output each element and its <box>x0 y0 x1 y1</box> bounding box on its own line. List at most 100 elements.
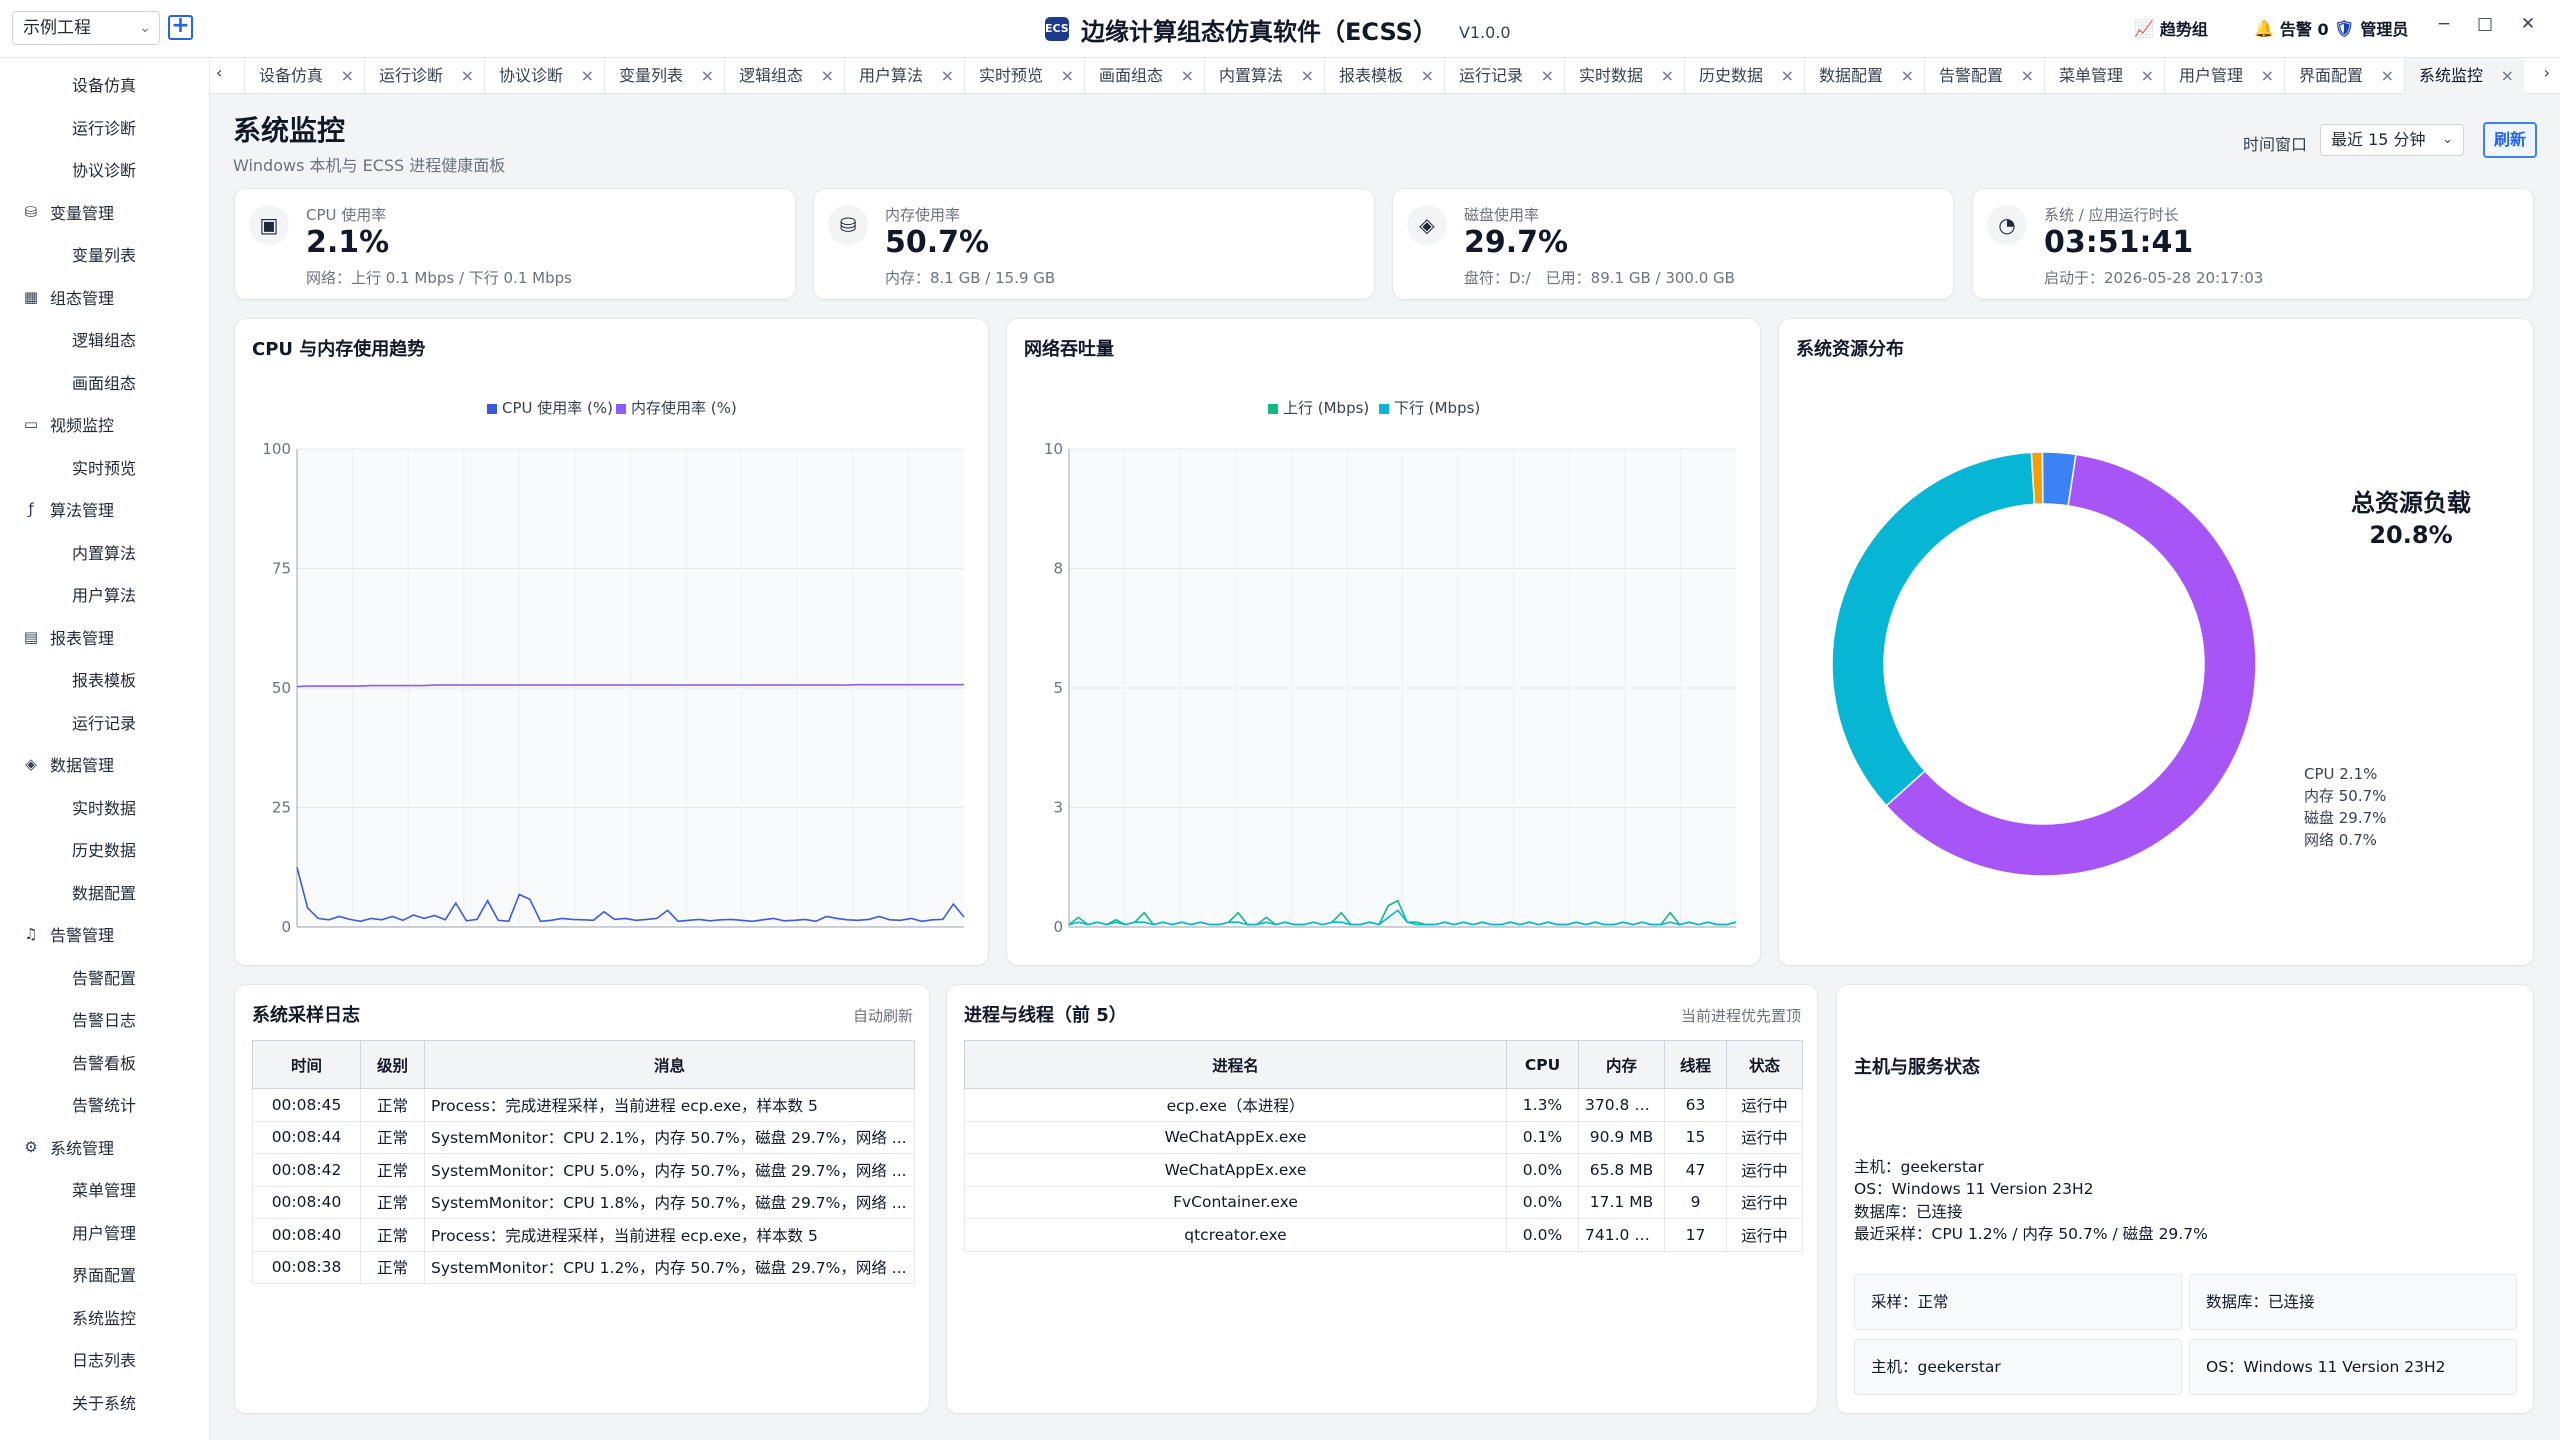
tab[interactable]: 运行诊断 × <box>364 58 484 94</box>
time-window-select[interactable]: 最近 15 分钟 ⌄ <box>2320 124 2464 156</box>
close-icon[interactable]: × <box>1661 58 1674 94</box>
nav-item[interactable]: 逻辑组态 <box>72 327 136 351</box>
tab[interactable]: 内置算法 × <box>1204 58 1324 94</box>
nav-item[interactable]: 告警日志 <box>72 1007 136 1031</box>
nav-group[interactable]: ◈ 数据管理 <box>22 752 114 776</box>
nav-item[interactable]: 报表模板 <box>72 667 136 691</box>
table-row[interactable]: FvContainer.exe 0.0% 17.1 MB 9 运行中 <box>964 1185 1803 1219</box>
close-icon[interactable]: × <box>2501 58 2514 94</box>
nav-item[interactable]: 协议诊断 <box>72 157 136 181</box>
close-icon[interactable]: × <box>1901 58 1914 94</box>
refresh-button[interactable]: 刷新 <box>2483 122 2537 158</box>
maximize-button[interactable]: □ <box>2470 14 2500 34</box>
pie-slice-磁盘[interactable] <box>1831 451 2036 807</box>
nav-group[interactable]: ⚙ 系统管理 <box>22 1135 114 1159</box>
nav-group[interactable]: ▦ 组态管理 <box>22 285 114 309</box>
nav-item[interactable]: 菜单管理 <box>72 1177 136 1201</box>
close-icon[interactable]: × <box>2381 58 2394 94</box>
nav-item[interactable]: 设备仿真 <box>72 72 136 96</box>
nav-item[interactable]: 变量列表 <box>72 242 136 266</box>
table-row[interactable]: 00:08:45 正常 Process：完成进程采样，当前进程 ecp.exe，样本… <box>252 1088 915 1122</box>
tab-scroll-right-icon[interactable]: › <box>2544 63 2550 82</box>
nav-item[interactable]: 系统监控 <box>72 1305 136 1329</box>
chevron-down-icon: ⌄ <box>139 20 151 36</box>
nav-item[interactable]: 告警统计 <box>72 1092 136 1116</box>
table-row[interactable]: 00:08:40 正常 SystemMonitor：CPU 1.8%，内存 50.7… <box>252 1185 915 1219</box>
add-project-icon[interactable]: + <box>168 15 193 40</box>
close-icon[interactable]: × <box>821 58 834 94</box>
close-icon[interactable]: × <box>2141 58 2154 94</box>
nav-group[interactable]: ▤ 报表管理 <box>22 625 114 649</box>
close-icon[interactable]: × <box>1781 58 1794 94</box>
table-row[interactable]: 00:08:40 正常 Process：完成进程采样，当前进程 ecp.exe，样本… <box>252 1218 915 1252</box>
tab[interactable]: 设备仿真 × <box>244 58 364 94</box>
project-select[interactable]: 示例工程 ⌄ <box>12 11 160 45</box>
close-icon[interactable]: × <box>1541 58 1554 94</box>
legend-label[interactable]: 上行 (Mbps) <box>1283 399 1369 417</box>
nav-item[interactable]: 画面组态 <box>72 370 136 394</box>
close-icon[interactable]: × <box>581 58 594 94</box>
admin-button[interactable]: 🛡 管理员 <box>2334 16 2408 40</box>
tab[interactable]: 告警配置 × <box>1924 58 2044 94</box>
nav-item[interactable]: 实时数据 <box>72 795 136 819</box>
table-row[interactable]: 00:08:38 正常 SystemMonitor：CPU 1.2%，内存 50.7… <box>252 1250 915 1284</box>
tab[interactable]: 界面配置 × <box>2284 58 2404 94</box>
nav-item[interactable]: 实时预览 <box>72 455 136 479</box>
close-icon[interactable]: × <box>1301 58 1314 94</box>
nav-item[interactable]: 告警配置 <box>72 965 136 989</box>
nav-item[interactable]: 运行诊断 <box>72 115 136 139</box>
tab[interactable]: 系统监控 × <box>2404 58 2524 94</box>
nav-group[interactable]: ⛁ 变量管理 <box>22 200 114 224</box>
minimize-button[interactable]: − <box>2429 14 2459 34</box>
tab[interactable]: 协议诊断 × <box>484 58 604 94</box>
tab[interactable]: 实时预览 × <box>964 58 1084 94</box>
nav-group[interactable]: ▭ 视频监控 <box>22 412 114 436</box>
close-icon[interactable]: × <box>461 58 474 94</box>
tab-scroll-left-icon[interactable]: ‹ <box>216 63 222 82</box>
tab[interactable]: 画面组态 × <box>1084 58 1204 94</box>
tab[interactable]: 菜单管理 × <box>2044 58 2164 94</box>
nav-group[interactable]: ♫ 告警管理 <box>22 922 114 946</box>
nav-item[interactable]: 数据配置 <box>72 880 136 904</box>
table-row[interactable]: qtcreator.exe 0.0% 741.0 MB 17 运行中 <box>964 1218 1803 1252</box>
tab[interactable]: 历史数据 × <box>1684 58 1804 94</box>
close-icon[interactable]: × <box>2021 58 2034 94</box>
close-button[interactable]: ✕ <box>2513 14 2543 34</box>
tab[interactable]: 用户管理 × <box>2164 58 2284 94</box>
nav-item[interactable]: 关于系统 <box>72 1390 136 1414</box>
nav-item[interactable]: 界面配置 <box>72 1262 136 1286</box>
tab[interactable]: 用户算法 × <box>844 58 964 94</box>
table-row[interactable]: 00:08:44 正常 SystemMonitor：CPU 2.1%，内存 50.7… <box>252 1120 915 1154</box>
close-icon[interactable]: × <box>341 58 354 94</box>
nav-group[interactable]: ƒ 算法管理 <box>22 497 114 521</box>
nav-item[interactable]: 日志列表 <box>72 1347 136 1371</box>
table-row[interactable]: 00:08:42 正常 SystemMonitor：CPU 5.0%，内存 50.7… <box>252 1153 915 1187</box>
legend-label[interactable]: CPU 使用率 (%) <box>502 399 613 417</box>
admin-label: 管理员 <box>2360 20 2409 39</box>
tab[interactable]: 运行记录 × <box>1444 58 1564 94</box>
alarm-button[interactable]: 🔔 告警 0 <box>2254 16 2329 40</box>
close-icon[interactable]: × <box>701 58 714 94</box>
tab[interactable]: 变量列表 × <box>604 58 724 94</box>
table-row[interactable]: ecp.exe（本进程） 1.3% 370.8 MB 63 运行中 <box>964 1088 1803 1122</box>
tab[interactable]: 报表模板 × <box>1324 58 1444 94</box>
close-icon[interactable]: × <box>1181 58 1194 94</box>
close-icon[interactable]: × <box>1421 58 1434 94</box>
tab[interactable]: 数据配置 × <box>1804 58 1924 94</box>
nav-item[interactable]: 用户算法 <box>72 582 136 606</box>
trend-group-button[interactable]: 📈 趋势组 <box>2134 16 2208 40</box>
nav-item[interactable]: 用户管理 <box>72 1220 136 1244</box>
nav-item[interactable]: 历史数据 <box>72 837 136 861</box>
tab[interactable]: 逻辑组态 × <box>724 58 844 94</box>
nav-item[interactable]: 告警看板 <box>72 1050 136 1074</box>
nav-item[interactable]: 内置算法 <box>72 540 136 564</box>
table-row[interactable]: WeChatAppEx.exe 0.0% 65.8 MB 47 运行中 <box>964 1153 1803 1187</box>
close-icon[interactable]: × <box>2261 58 2274 94</box>
close-icon[interactable]: × <box>941 58 954 94</box>
legend-label[interactable]: 内存使用率 (%) <box>631 399 737 417</box>
tab[interactable]: 实时数据 × <box>1564 58 1684 94</box>
nav-item[interactable]: 运行记录 <box>72 710 136 734</box>
close-icon[interactable]: × <box>1061 58 1074 94</box>
legend-label[interactable]: 下行 (Mbps) <box>1394 399 1480 417</box>
table-row[interactable]: WeChatAppEx.exe 0.1% 90.9 MB 15 运行中 <box>964 1120 1803 1154</box>
